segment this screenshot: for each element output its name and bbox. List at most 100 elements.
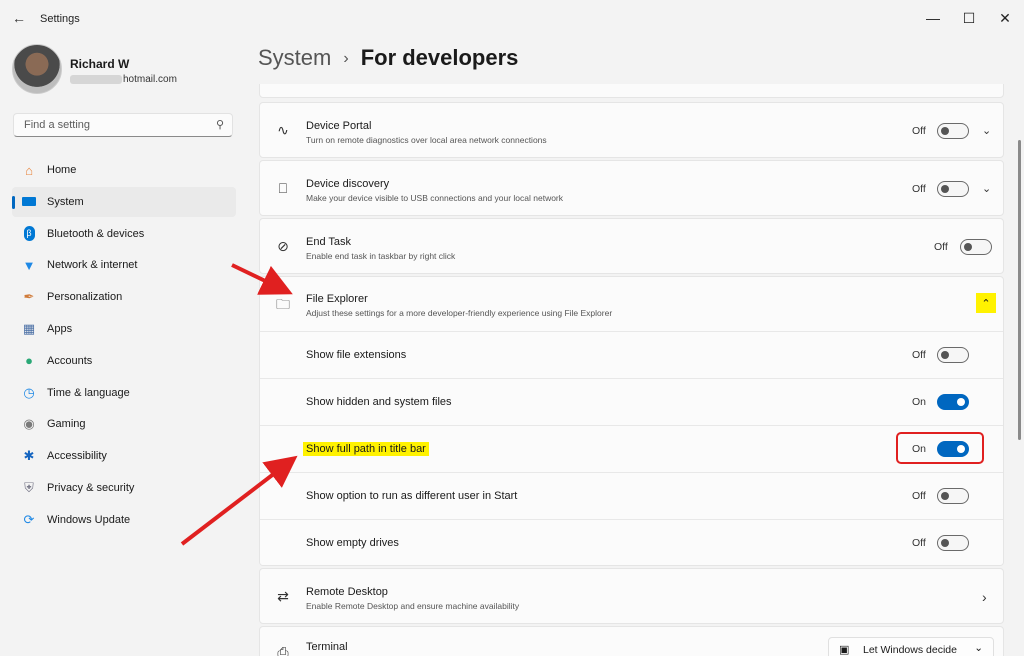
terminal-title: Terminal	[306, 641, 348, 653]
folder-icon: 🗀	[276, 296, 290, 312]
show-hidden-files-row: Show hidden and system files On	[260, 378, 1003, 425]
brush-icon: ✒	[23, 289, 35, 305]
breadcrumb: System › For developers	[258, 45, 518, 71]
show-empty-drives-row: Show empty drives Off	[260, 519, 1003, 565]
sidebar-item-label: Time & language	[47, 386, 130, 399]
controller-icon: ◉	[23, 416, 35, 432]
sidebar-item-label: Bluetooth & devices	[47, 227, 145, 240]
end-task-card[interactable]: ⊘ End Task Enable end task in taskbar by…	[259, 218, 1004, 274]
search-icon[interactable]: ⚲	[216, 118, 224, 131]
page-title: For developers	[360, 45, 519, 70]
run-as-different-user-row: Show option to run as different user in …	[260, 472, 1003, 519]
sidebar-nav: ⌂ Home System β Bluetooth & devices ▼ Ne…	[12, 155, 236, 537]
device-portal-state: Off	[912, 125, 926, 137]
accessibility-icon: ✱	[23, 448, 35, 464]
run-as-different-user-toggle[interactable]	[937, 488, 969, 504]
file-explorer-title: File Explorer	[306, 293, 368, 305]
file-explorer-header[interactable]: 🗀 File Explorer Adjust these settings fo…	[260, 277, 1003, 331]
device-discovery-card[interactable]: ⎕ Device discovery Make your device visi…	[259, 160, 1004, 216]
file-explorer-subtitle: Adjust these settings for a more develop…	[306, 308, 613, 318]
sidebar-item-label: Network & internet	[47, 259, 138, 272]
pulse-icon: ∿	[277, 122, 289, 138]
title-bar: ← Settings — ☐ ✕	[0, 0, 1024, 38]
show-hidden-files-state: On	[912, 396, 927, 408]
terminal-card[interactable]: ⎙ Terminal ▣ Let Windows decide ⌄	[259, 626, 1004, 656]
settings-content: ∿ Device Portal Turn on remote diagnosti…	[259, 84, 1005, 656]
shield-icon: ⛨	[24, 479, 34, 495]
sidebar-item-label: Apps	[47, 322, 73, 335]
sidebar-item-gaming[interactable]: ◉ Gaming	[12, 409, 236, 439]
highlight-full-path: Show full path in title bar	[303, 442, 429, 456]
prohibit-icon: ⊘	[277, 238, 289, 254]
terminal-icon: ⎙	[277, 644, 289, 656]
device-portal-title: Device Portal	[306, 120, 372, 132]
sidebar-item-home[interactable]: ⌂ Home	[12, 155, 236, 185]
home-icon: ⌂	[25, 162, 33, 178]
window-icon: ▣	[839, 644, 850, 656]
show-full-path-label: Show full path in title bar	[303, 442, 429, 456]
close-button[interactable]: ✕	[990, 6, 1020, 30]
apps-icon: ▦	[22, 320, 36, 336]
sidebar-item-label: Accounts	[47, 354, 93, 367]
sidebar-item-bluetooth[interactable]: β Bluetooth & devices	[12, 219, 236, 249]
sidebar-item-personalization[interactable]: ✒ Personalization	[12, 282, 236, 312]
sidebar-item-system[interactable]: System	[12, 186, 236, 217]
search-box[interactable]: ⚲	[13, 113, 233, 137]
scrollbar[interactable]	[1018, 140, 1021, 440]
sidebar-item-windows-update[interactable]: ⟳ Windows Update	[12, 505, 236, 535]
show-file-extensions-toggle[interactable]	[937, 347, 969, 363]
breadcrumb-chevron-icon: ›	[343, 50, 349, 67]
show-hidden-files-toggle[interactable]	[937, 394, 969, 410]
show-file-extensions-state: Off	[912, 349, 926, 361]
sidebar-item-accounts[interactable]: ● Accounts	[12, 346, 236, 376]
device-portal-card[interactable]: ∿ Device Portal Turn on remote diagnosti…	[259, 102, 1004, 158]
redacted-email-block	[70, 74, 122, 84]
bluetooth-icon: β	[20, 225, 38, 243]
sidebar-item-label: Accessibility	[47, 450, 107, 463]
monitor-icon	[20, 193, 38, 211]
annotation-highlight-box	[896, 432, 984, 464]
show-file-extensions-label: Show file extensions	[306, 349, 407, 361]
chevron-down-icon[interactable]: ⌄	[982, 182, 991, 195]
maximize-button[interactable]: ☐	[954, 6, 984, 30]
wifi-icon: ▼	[22, 257, 36, 273]
breadcrumb-system[interactable]: System	[258, 45, 331, 70]
search-input[interactable]	[22, 118, 206, 132]
end-task-toggle[interactable]	[960, 239, 992, 255]
sidebar-item-privacy-security[interactable]: ⛨ Privacy & security	[12, 473, 236, 503]
show-file-extensions-row: Show file extensions Off	[260, 331, 1003, 378]
run-as-different-user-state: Off	[912, 490, 926, 502]
sidebar-item-accessibility[interactable]: ✱ Accessibility	[12, 441, 236, 471]
sidebar-item-time-language[interactable]: ◷ Time & language	[12, 378, 236, 408]
device-discovery-state: Off	[912, 183, 926, 195]
avatar	[12, 44, 62, 94]
back-arrow-icon[interactable]: ←	[12, 10, 26, 26]
chevron-down-icon: ⌄	[974, 642, 983, 654]
chevron-up-icon[interactable]: ⌃	[976, 293, 996, 313]
chevron-down-icon[interactable]: ⌄	[982, 124, 991, 137]
show-empty-drives-label: Show empty drives	[306, 537, 399, 549]
show-full-path-row: Show full path in title bar On	[260, 425, 1003, 472]
sidebar-item-label: Home	[47, 164, 77, 176]
terminal-dropdown[interactable]: ▣ Let Windows decide ⌄	[828, 637, 994, 656]
sidebar-item-apps[interactable]: ▦ Apps	[12, 314, 236, 344]
remote-desktop-subtitle: Enable Remote Desktop and ensure machine…	[306, 601, 520, 611]
device-discovery-toggle[interactable]	[937, 181, 969, 197]
device-portal-subtitle: Turn on remote diagnostics over local ar…	[306, 135, 547, 145]
sidebar-item-label: Gaming	[47, 418, 86, 431]
chevron-right-icon[interactable]: ›	[982, 589, 987, 605]
app-title: Settings	[40, 13, 80, 25]
user-profile[interactable]: Richard W hotmail.com	[12, 44, 242, 94]
sidebar-item-label: Personalization	[47, 291, 123, 304]
file-explorer-card: 🗀 File Explorer Adjust these settings fo…	[259, 276, 1004, 566]
remote-desktop-card[interactable]: ⇄ Remote Desktop Enable Remote Desktop a…	[259, 568, 1004, 624]
device-portal-toggle[interactable]	[937, 123, 969, 139]
refresh-icon: ⟳	[23, 511, 35, 527]
sidebar-item-label: Privacy & security	[47, 481, 135, 494]
terminal-dropdown-value: Let Windows decide	[863, 644, 957, 656]
sidebar-item-label: Windows Update	[47, 513, 131, 526]
sidebar-item-network[interactable]: ▼ Network & internet	[12, 250, 236, 280]
end-task-subtitle: Enable end task in taskbar by right clic…	[306, 251, 456, 261]
minimize-button[interactable]: —	[918, 6, 948, 30]
show-empty-drives-toggle[interactable]	[937, 535, 969, 551]
